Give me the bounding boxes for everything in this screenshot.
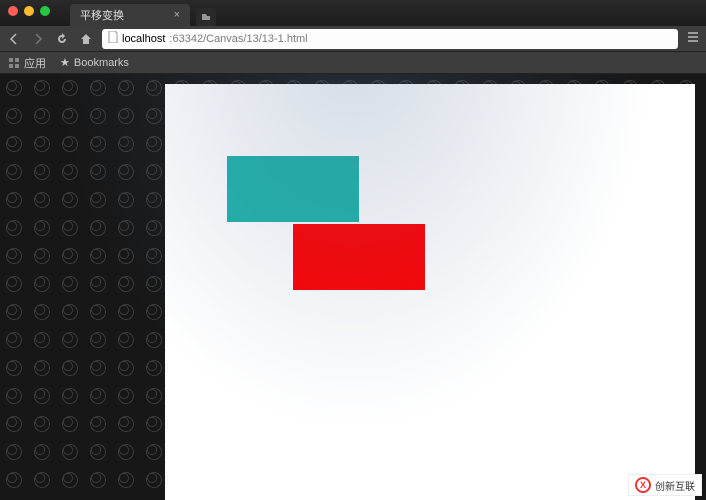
browser-menu-button[interactable] <box>686 30 700 47</box>
canvas-rect-red <box>293 224 425 290</box>
address-bar[interactable]: localhost :63342/Canvas/13/13-1.html <box>102 29 678 49</box>
tab-title: 平移变换 <box>80 7 124 23</box>
url-path: :63342/Canvas/13/13-1.html <box>169 33 307 45</box>
hamburger-icon <box>686 30 700 44</box>
browser-tab-active[interactable]: 平移变换 × <box>70 4 190 26</box>
apps-icon <box>8 57 20 69</box>
forward-button[interactable] <box>30 31 46 47</box>
canvas-page <box>165 84 695 500</box>
page-icon <box>108 31 118 46</box>
browser-viewport: X 创新互联 <box>0 74 706 500</box>
home-icon <box>80 33 92 45</box>
new-tab-button[interactable] <box>196 8 216 26</box>
bookmarks-item-apps[interactable]: 应用 <box>8 55 46 71</box>
watermark: X 创新互联 <box>628 474 702 496</box>
star-icon: ★ <box>60 56 70 69</box>
bookmarks-item-label: 应用 <box>24 55 46 71</box>
arrow-left-icon <box>8 33 20 45</box>
reload-icon <box>56 33 68 45</box>
back-button[interactable] <box>6 31 22 47</box>
browser-toolbar: localhost :63342/Canvas/13/13-1.html <box>0 26 706 52</box>
minimize-window-button[interactable] <box>24 6 34 16</box>
home-button[interactable] <box>78 31 94 47</box>
watermark-logo-icon: X <box>635 477 651 493</box>
close-tab-icon[interactable]: × <box>174 9 180 21</box>
window-traffic-lights <box>8 6 50 16</box>
url-host: localhost <box>122 33 165 45</box>
maximize-window-button[interactable] <box>40 6 50 16</box>
bookmarks-item-bookmarks[interactable]: ★ Bookmarks <box>60 56 129 69</box>
bookmarks-bar: 应用 ★ Bookmarks <box>0 52 706 74</box>
close-window-button[interactable] <box>8 6 18 16</box>
canvas-rect-teal <box>227 156 359 222</box>
reload-button[interactable] <box>54 31 70 47</box>
watermark-text: 创新互联 <box>655 478 695 493</box>
arrow-right-icon <box>32 33 44 45</box>
browser-tabstrip: 平移变换 × <box>0 0 706 26</box>
new-tab-icon <box>201 12 211 22</box>
bookmarks-item-label: Bookmarks <box>74 57 129 69</box>
